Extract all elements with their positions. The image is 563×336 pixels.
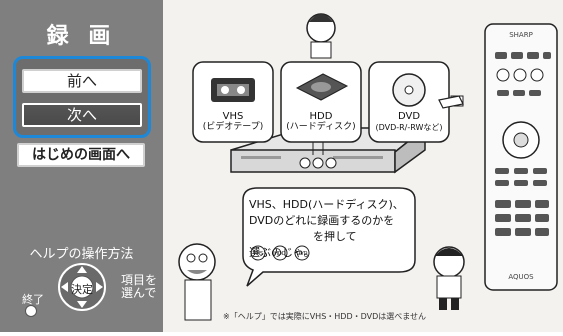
sidebar: 録 画 前へ 次へ はじめの画面へ ヘルプの操作方法 決定 項目を 選んで 終了 <box>0 0 163 332</box>
dvd-btn-label: DVD <box>296 251 308 257</box>
nav-button-group: 前へ 次へ <box>13 56 151 138</box>
help-screen: 録 画 前へ 次へ はじめの画面へ ヘルプの操作方法 決定 項目を 選んで 終了 <box>0 0 563 332</box>
hdd-caption: HDD (ハードディスク) <box>286 111 356 132</box>
home-button[interactable]: はじめの画面へ <box>17 143 145 167</box>
page-title: 録 画 <box>46 24 117 49</box>
remote-model: AQUOS <box>508 273 534 281</box>
prev-button[interactable]: 前へ <box>22 69 142 93</box>
help-operation-title: ヘルプの操作方法 <box>29 247 134 262</box>
vhs-caption: VHS (ビデオテープ) <box>202 111 264 132</box>
footnote: ※「ヘルプ」では実際にVHS・HDD・DVDは選べません <box>223 312 427 321</box>
dvd-caption: DVD (DVD-R/-RWなど) <box>375 111 443 132</box>
next-button[interactable]: 次へ <box>22 103 142 127</box>
decide-label: 決定 <box>71 283 93 296</box>
vhs-btn-label: VHS <box>252 251 264 257</box>
select-label: 項目を 選んで <box>121 273 158 300</box>
hdd-btn-label: HDD <box>274 251 286 257</box>
professor-character-icon <box>178 243 216 321</box>
boy-character-icon <box>306 13 336 59</box>
remote-brand: SHARP <box>509 31 533 39</box>
illustration-panel: VHS (ビデオテープ) HDD (ハードディスク) DVD (DVD-R/-R… <box>163 0 563 332</box>
end-button-icon <box>25 305 37 317</box>
child-character-icon <box>433 246 465 310</box>
remote-control-icon <box>484 23 558 291</box>
